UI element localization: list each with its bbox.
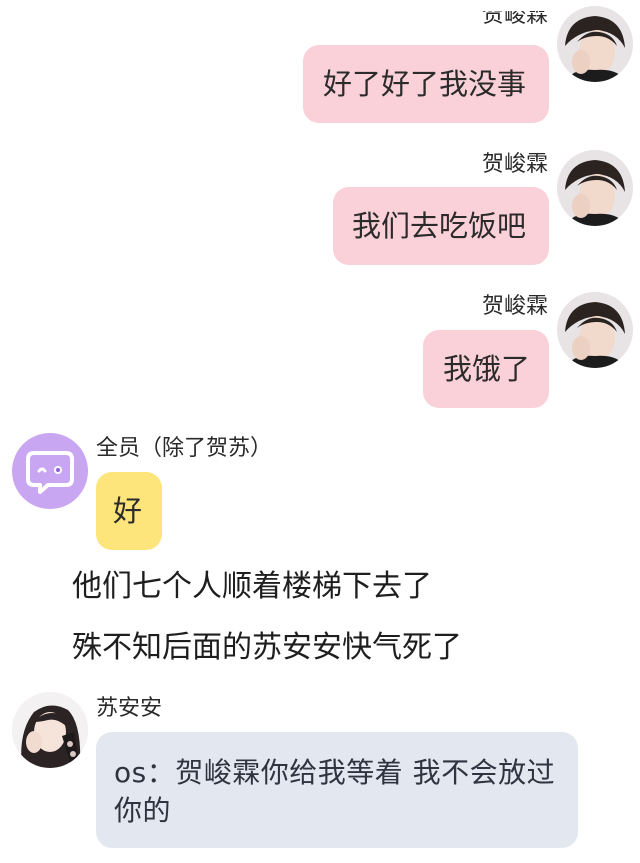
message-bubble[interactable]: 好	[96, 472, 162, 550]
message-bubble[interactable]: 我们去吃饭吧	[333, 187, 549, 265]
girl-portrait-icon	[12, 692, 88, 768]
avatar-hejunlin[interactable]	[557, 150, 633, 226]
avatar-suanan[interactable]	[12, 692, 88, 768]
message-bubble[interactable]: os：贺峻霖你给我等着 我不会放过你的	[96, 732, 578, 848]
narration-line: 他们七个人顺着楼梯下去了	[72, 569, 432, 604]
avatar-hejunlin[interactable]	[557, 6, 633, 82]
message-bubble[interactable]: 我饿了	[423, 330, 549, 408]
sender-name: 贺峻霖	[481, 152, 548, 177]
chat-screen: 贺峻霖 好了好了我没事 贺峻霖 我们去吃饭吧 贺峻霖 我饿了 全员（除了贺苏） …	[0, 0, 640, 863]
boy-portrait-icon	[557, 150, 633, 226]
sender-name: 苏安安	[96, 696, 163, 721]
message-bubble[interactable]: 好了好了我没事	[303, 45, 549, 123]
sender-name: 贺峻霖	[481, 3, 548, 28]
sender-name: 全员（除了贺苏）	[96, 436, 273, 461]
avatar-group[interactable]	[12, 433, 88, 509]
narration-line: 殊不知后面的苏安安快气死了	[72, 630, 462, 665]
boy-portrait-icon	[557, 292, 633, 368]
boy-portrait-icon	[557, 6, 633, 82]
sender-name: 贺峻霖	[481, 294, 548, 319]
avatar-hejunlin[interactable]	[557, 292, 633, 368]
chat-bubble-icon	[26, 451, 74, 494]
